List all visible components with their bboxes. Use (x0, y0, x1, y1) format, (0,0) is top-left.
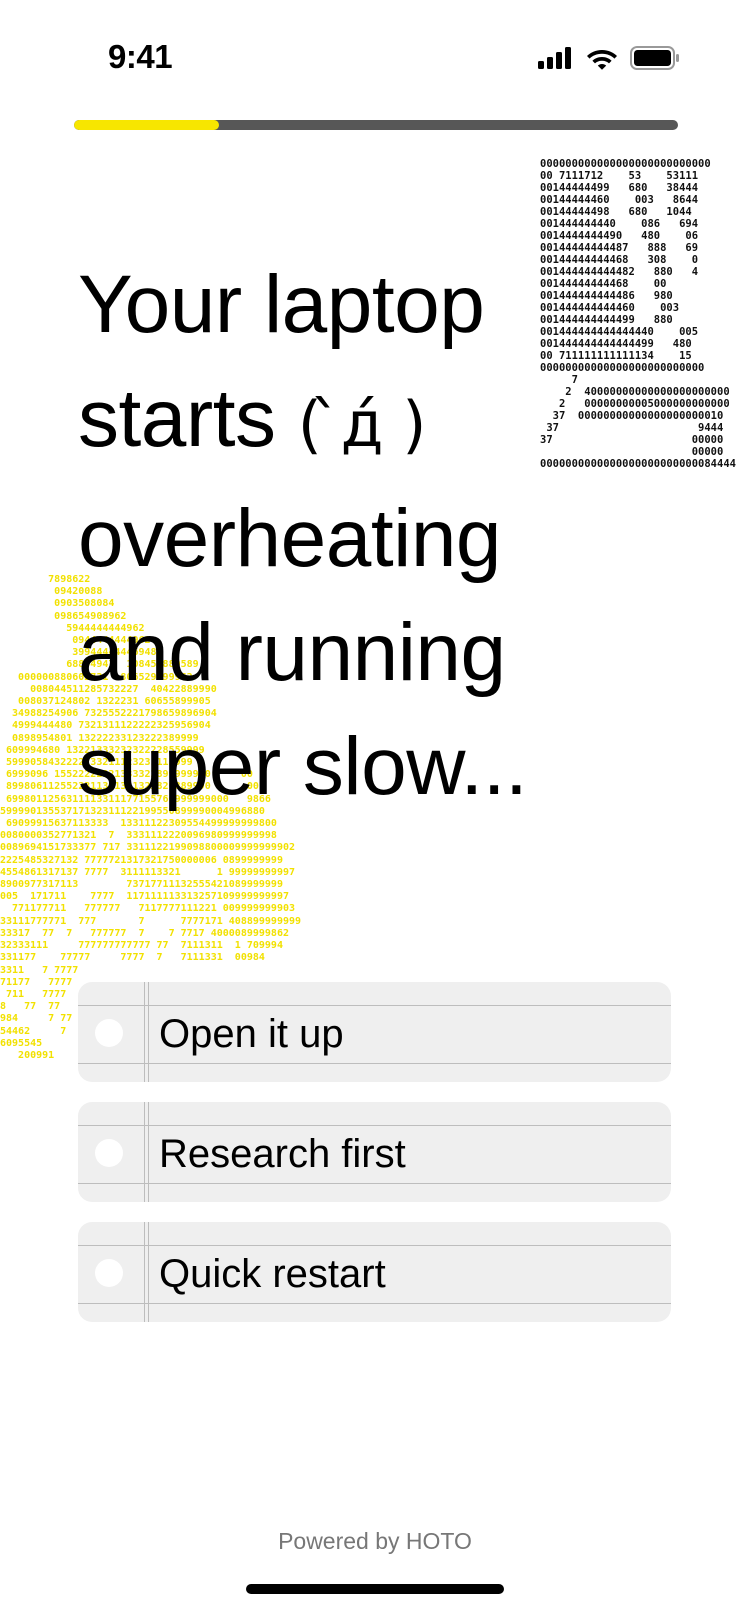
notebook-margin-line (148, 1102, 149, 1202)
option-quick-restart[interactable]: Quick restart (78, 1222, 671, 1322)
question-line-2: starts (78, 373, 276, 464)
home-indicator[interactable] (246, 1584, 504, 1594)
option-label: Quick restart (159, 1252, 386, 1296)
question-line-1: Your laptop (78, 259, 485, 350)
notebook-rule (78, 1245, 671, 1246)
notebook-margin-line (144, 982, 145, 1082)
notebook-rule (78, 1005, 671, 1006)
battery-icon (630, 46, 679, 70)
notebook-margin-line (148, 982, 149, 1082)
notebook-rule (78, 1303, 671, 1304)
radio-circle-icon[interactable] (95, 1019, 123, 1047)
question-line-3: overheating (78, 493, 502, 584)
notebook-rule (78, 1125, 671, 1126)
option-open-it-up[interactable]: Open it up (78, 982, 671, 1082)
option-label: Research first (159, 1132, 406, 1176)
notebook-margin-line (144, 1222, 145, 1322)
answer-options: Open it up Research first Quick restart (78, 982, 671, 1342)
option-label: Open it up (159, 1012, 344, 1056)
progress-bar (74, 120, 678, 130)
status-time: 9:41 (108, 38, 173, 75)
wifi-icon (587, 49, 617, 70)
question-title: Your laptop starts ( ̀д́ ) overheating a… (78, 248, 698, 824)
notebook-rule (78, 1063, 671, 1064)
notebook-rule (78, 1183, 671, 1184)
option-research-first[interactable]: Research first (78, 1102, 671, 1202)
powered-by-footer: Powered by HOTO (278, 1528, 472, 1554)
radio-circle-icon[interactable] (95, 1139, 123, 1167)
cellular-signal-icon (538, 47, 571, 69)
progress-fill (74, 120, 219, 130)
question-line-5: super slow... (78, 721, 528, 812)
notebook-margin-line (144, 1102, 145, 1202)
status-bar: 9:41 (0, 0, 750, 120)
angry-kaomoji: ( ̀д́ ) (297, 388, 427, 461)
status-icons (538, 46, 680, 70)
notebook-margin-line (148, 1222, 149, 1322)
question-line-4: and running (78, 607, 506, 698)
radio-circle-icon[interactable] (95, 1259, 123, 1287)
